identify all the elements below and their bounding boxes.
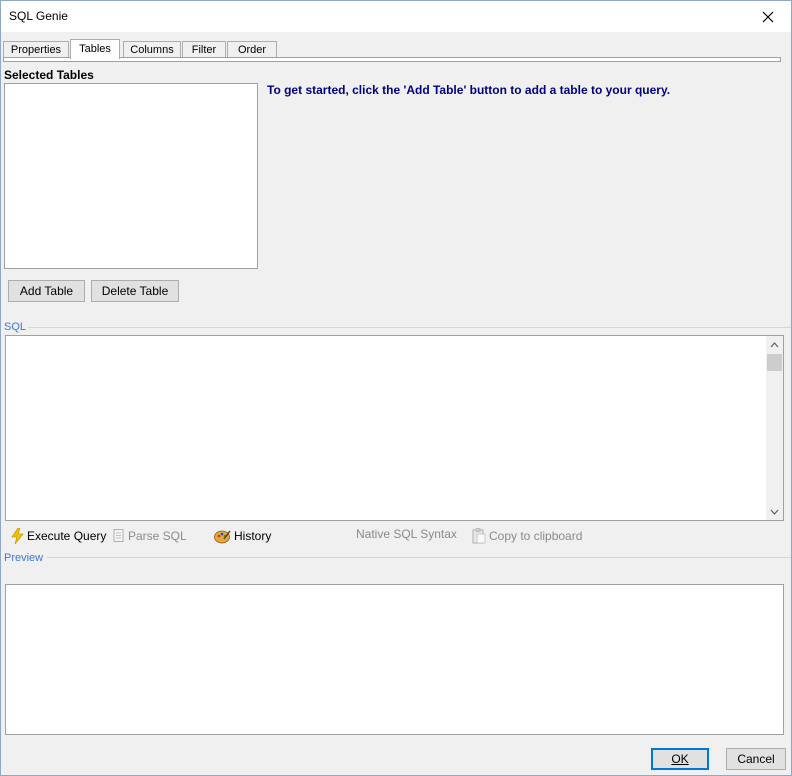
scroll-up-button[interactable] [766, 336, 783, 353]
add-table-button[interactable]: Add Table [8, 280, 85, 302]
history-label: History [234, 529, 272, 543]
execute-query-label: Execute Query [27, 529, 107, 543]
history-icon [214, 530, 231, 543]
history-button[interactable]: History [214, 527, 271, 545]
clipboard-icon [472, 528, 486, 544]
close-button[interactable] [745, 1, 791, 32]
selected-tables-list[interactable] [4, 83, 258, 269]
chevron-down-icon [770, 509, 779, 515]
parse-sql-label: Parse SQL [128, 529, 187, 543]
ok-button[interactable]: OK [651, 748, 709, 770]
cancel-button[interactable]: Cancel [726, 748, 786, 770]
sql-group-divider [25, 327, 791, 328]
ok-label: OK [671, 752, 689, 766]
tab-tables[interactable]: Tables [70, 39, 120, 59]
selected-tables-label: Selected Tables [4, 68, 94, 82]
copy-to-clipboard-label: Copy to clipboard [489, 529, 583, 543]
cancel-label: Cancel [737, 752, 775, 766]
close-icon [762, 11, 774, 22]
delete-table-button[interactable]: Delete Table [91, 280, 179, 302]
title-bar: SQL Genie [1, 1, 791, 32]
execute-query-button[interactable]: Execute Query [11, 527, 106, 545]
native-sql-syntax-label: Native SQL Syntax [356, 527, 457, 541]
preview-group-divider [47, 557, 791, 558]
get-started-hint: To get started, click the 'Add Table' bu… [267, 83, 671, 97]
native-sql-syntax-option[interactable]: Native SQL Syntax [356, 525, 457, 543]
copy-to-clipboard-button[interactable]: Copy to clipboard [472, 527, 582, 545]
scroll-thumb[interactable] [767, 354, 782, 371]
lightning-icon [11, 528, 24, 544]
sql-genie-dialog: SQL Genie Properties Tables Columns Filt… [0, 0, 792, 776]
window-title: SQL Genie [9, 9, 68, 23]
parse-sql-button[interactable]: Parse SQL [113, 527, 187, 545]
preview-group-label: Preview [4, 552, 46, 564]
preview-area[interactable] [5, 584, 784, 735]
document-icon [113, 529, 124, 542]
scroll-down-button[interactable] [766, 503, 783, 520]
tab-bar: Properties Tables Columns Filter Order [3, 39, 783, 59]
sql-group-label: SQL [4, 321, 29, 333]
sql-text-area[interactable] [5, 335, 784, 521]
sql-scrollbar[interactable] [766, 336, 783, 520]
chevron-up-icon [770, 341, 779, 347]
